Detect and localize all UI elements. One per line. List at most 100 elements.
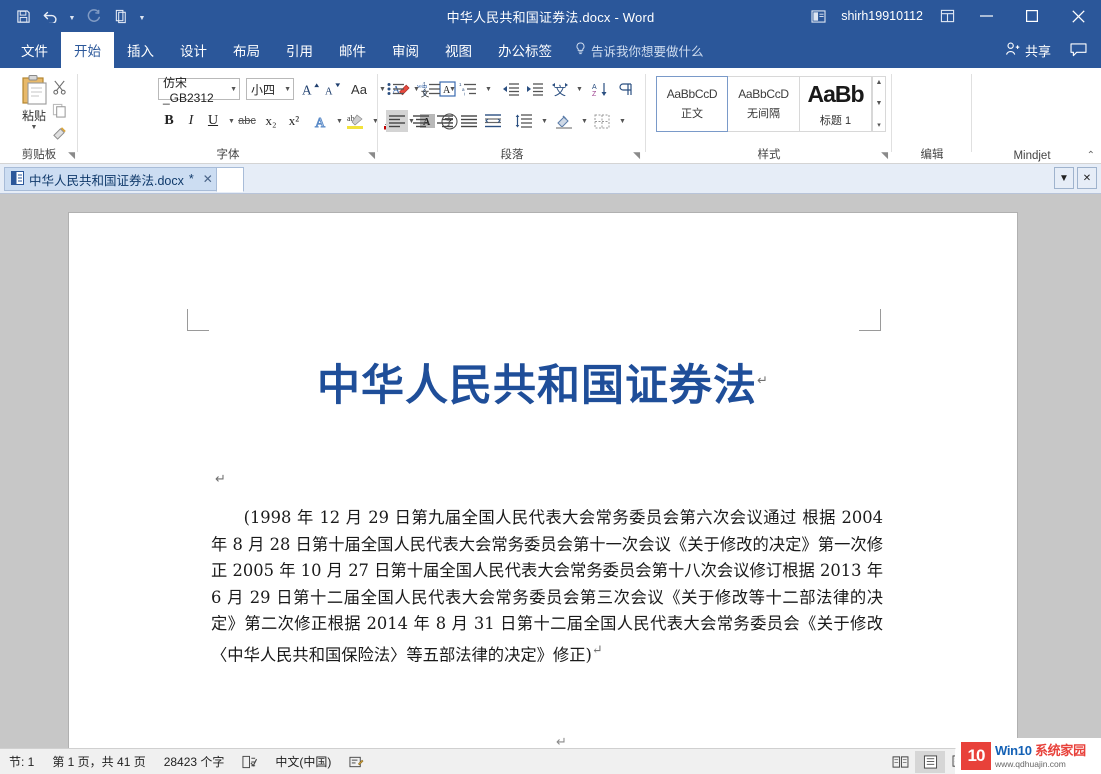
tab-home[interactable]: 开始 (61, 32, 114, 68)
style-no-spacing[interactable]: AaBbCcD 无间隔 (728, 76, 800, 132)
undo-dropdown-caret[interactable]: ▼ (66, 3, 78, 29)
tabstrip-menu-button[interactable]: ▼ (1054, 167, 1074, 189)
line-spacing-caret[interactable]: ▼ (534, 110, 554, 132)
tell-me-box[interactable]: 告诉我你想要做什么 (575, 32, 704, 68)
maximize-button[interactable] (1009, 0, 1055, 32)
save-icon[interactable] (10, 3, 36, 29)
multilevel-list-icon[interactable]: 1ai (458, 78, 478, 100)
styles-scroll-up-icon[interactable]: ▲ (876, 79, 883, 86)
undo-icon[interactable] (38, 3, 64, 29)
account-card-icon[interactable] (931, 0, 963, 32)
align-left-button[interactable] (386, 110, 408, 132)
svg-text:3: 3 (423, 92, 426, 97)
subscript-button[interactable]: x₂ (260, 110, 282, 132)
shading-icon[interactable] (554, 110, 574, 132)
align-right-button[interactable] (434, 110, 456, 132)
status-word-count[interactable]: 28423 个字 (155, 753, 234, 770)
style-label: 无间隔 (747, 108, 780, 120)
collapse-ribbon-icon[interactable]: ⌃ (1087, 150, 1095, 161)
justify-button[interactable] (458, 110, 480, 132)
clipboard-dialog-launcher[interactable]: ◥ (68, 150, 75, 161)
document-body-paragraph[interactable]: (1998 年 12 月 29 日第九届全国人民代表大会常务委员会第六次会议通过… (211, 505, 883, 668)
tab-mailings[interactable]: 邮件 (326, 32, 379, 68)
style-heading-1[interactable]: AaBb 标题 1 (800, 76, 872, 132)
share-label: 共享 (1024, 43, 1051, 59)
copy-icon[interactable] (44, 99, 74, 122)
document-page[interactable]: 中华人民共和国证券法↵ ↵ (1998 年 12 月 29 日第九届全国人民代表… (68, 212, 1018, 765)
chevron-down-icon[interactable]: ▼ (230, 86, 237, 93)
status-bar: 节: 1 第 1 页，共 41 页 28423 个字 中文(中国) — (0, 738, 1101, 774)
style-normal[interactable]: AaBbCcD 正文 (656, 76, 728, 132)
share-button[interactable]: 共享 (995, 41, 1061, 60)
asian-layout-icon[interactable]: 文 (550, 78, 570, 100)
bold-button[interactable]: B (158, 110, 180, 132)
comment-icon[interactable] (1061, 32, 1095, 68)
tab-insert[interactable]: 插入 (114, 32, 167, 68)
strikethrough-button[interactable]: abc (236, 110, 258, 132)
borders-icon[interactable] (592, 110, 612, 132)
italic-button[interactable]: I (180, 110, 202, 132)
italic-label: I (188, 113, 194, 128)
increase-indent-icon[interactable] (524, 78, 544, 100)
highlight-icon[interactable]: ab (344, 110, 366, 132)
superscript-button[interactable]: x² (283, 110, 305, 132)
close-button[interactable] (1055, 0, 1101, 32)
track-changes-icon[interactable] (340, 755, 373, 769)
status-page[interactable]: 第 1 页，共 41 页 (43, 753, 154, 770)
new-tab-button[interactable] (216, 167, 244, 192)
document-canvas[interactable]: 中华人民共和国证券法↵ ↵ (1998 年 12 月 29 日第九届全国人民代表… (0, 194, 1101, 765)
print-layout-view-button[interactable] (915, 751, 945, 773)
bullets-icon[interactable] (386, 78, 406, 100)
sort-icon[interactable]: AZ (590, 78, 610, 100)
status-language[interactable]: 中文(中国) (266, 753, 340, 770)
proofing-icon[interactable] (233, 755, 266, 769)
font-size-combo[interactable]: 小四 ▼ (246, 78, 294, 100)
line-spacing-icon[interactable] (514, 110, 534, 132)
asian-layout-caret[interactable]: ▼ (569, 78, 589, 100)
redo-icon[interactable] (80, 3, 106, 29)
multilevel-list-caret[interactable]: ▼ (478, 78, 498, 100)
decrease-indent-icon[interactable] (500, 78, 520, 100)
format-painter-icon[interactable] (44, 122, 74, 145)
ribbon-display-options-icon[interactable] (803, 0, 833, 32)
account-name[interactable]: shirh19910112 (833, 9, 931, 23)
svg-text:i: i (464, 92, 465, 97)
doc-tab-close-icon[interactable]: ✕ (203, 172, 213, 186)
font-name-combo[interactable]: 仿宋_GB2312 ▼ (158, 76, 240, 105)
chevron-down-icon[interactable]: ▼ (284, 86, 291, 93)
styles-more-icon[interactable]: ▾ (877, 121, 881, 129)
tab-office-tabs[interactable]: 办公标签 (485, 32, 565, 68)
font-dialog-launcher[interactable]: ◥ (368, 150, 375, 161)
shading-caret[interactable]: ▼ (574, 110, 594, 132)
shrink-font-icon[interactable]: A (322, 78, 344, 100)
grow-font-icon[interactable]: A (300, 78, 322, 100)
styles-gallery-scrollbar[interactable]: ▲ ▼ ▾ (872, 76, 886, 132)
styles-dialog-launcher[interactable]: ◥ (881, 150, 888, 161)
numbering-icon[interactable]: 123 (422, 78, 442, 100)
doc-tab-active[interactable]: 中华人民共和国证券法.docx * ✕ (4, 167, 219, 191)
qat-customize-caret[interactable]: ▼ (136, 3, 148, 29)
paragraph-dialog-launcher[interactable]: ◥ (633, 150, 640, 161)
tabstrip-close-button[interactable]: ✕ (1077, 167, 1097, 189)
cut-icon[interactable] (44, 76, 74, 99)
minimize-button[interactable] (963, 0, 1009, 32)
tab-file[interactable]: 文件 (8, 32, 61, 68)
touch-mode-icon[interactable] (108, 3, 134, 29)
paste-dropdown-caret[interactable]: ▼ (31, 124, 38, 132)
change-case-icon[interactable]: Aa (346, 78, 372, 100)
heading-paragraph-mark: ↵ (757, 373, 769, 389)
document-heading[interactable]: 中华人民共和国证券法↵ (69, 351, 1017, 413)
styles-scroll-down-icon[interactable]: ▼ (876, 100, 883, 107)
svg-text:Z: Z (592, 91, 597, 97)
align-center-button[interactable] (410, 110, 432, 132)
tab-design[interactable]: 设计 (167, 32, 220, 68)
read-mode-view-button[interactable] (885, 751, 915, 773)
distributed-align-button[interactable] (482, 110, 504, 132)
show-formatting-marks-icon[interactable] (616, 78, 636, 100)
tab-view[interactable]: 视图 (432, 32, 485, 68)
status-section[interactable]: 节: 1 (0, 753, 43, 770)
tab-layout[interactable]: 布局 (220, 32, 273, 68)
borders-caret[interactable]: ▼ (612, 110, 632, 132)
tab-references[interactable]: 引用 (273, 32, 326, 68)
tab-review[interactable]: 审阅 (379, 32, 432, 68)
